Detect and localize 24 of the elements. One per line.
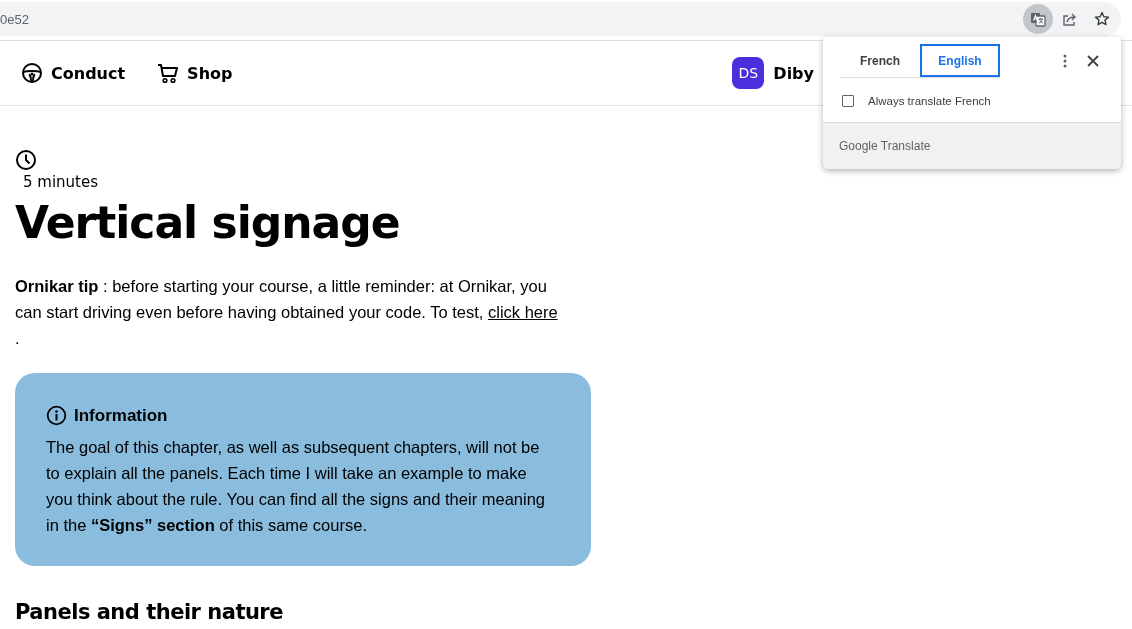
- translate-icon[interactable]: [1023, 4, 1053, 34]
- tip-paragraph: Ornikar tip : before starting your course, a little reminder: at Ornikar, you can start driving even before having obtained your code. To test, click here .: [15, 276, 559, 349]
- close-icon[interactable]: [1087, 55, 1099, 67]
- reading-time: 5 minutes: [23, 173, 100, 191]
- nav-link[interactable]: Conduct: [51, 63, 126, 83]
- user-avatar[interactable]: DS: [732, 57, 765, 89]
- language-tab[interactable]: French: [840, 44, 920, 77]
- user-name[interactable]: Diby: [773, 63, 814, 83]
- steering-wheel-icon[interactable]: [21, 62, 43, 84]
- click-here-link[interactable]: click here: [488, 303, 558, 321]
- google-translate-label: Google Translate: [839, 139, 931, 153]
- section-heading: Panels and their nature: [15, 600, 284, 624]
- nav-link[interactable]: Shop: [187, 63, 233, 83]
- always-translate-checkbox[interactable]: [842, 95, 854, 107]
- info-icon: [46, 405, 67, 426]
- cart-icon[interactable]: [157, 62, 180, 84]
- info-text: The goal of this chapter, as well as subsequent chapters, will not be to explain all the panels. Each time I will take an example to make you think about the rule. You can find all the signs and their meaning in the “Signs” section of this same course.: [46, 437, 546, 536]
- language-tab[interactable]: English: [920, 44, 1000, 77]
- info-title: Information: [74, 405, 168, 426]
- more-options-icon[interactable]: [1063, 54, 1067, 68]
- always-translate-label[interactable]: Always translate French: [868, 95, 991, 107]
- address-text[interactable]: 0e52: [0, 11, 29, 27]
- clock-icon: [15, 149, 37, 171]
- article-title: Vertical signage: [15, 196, 401, 250]
